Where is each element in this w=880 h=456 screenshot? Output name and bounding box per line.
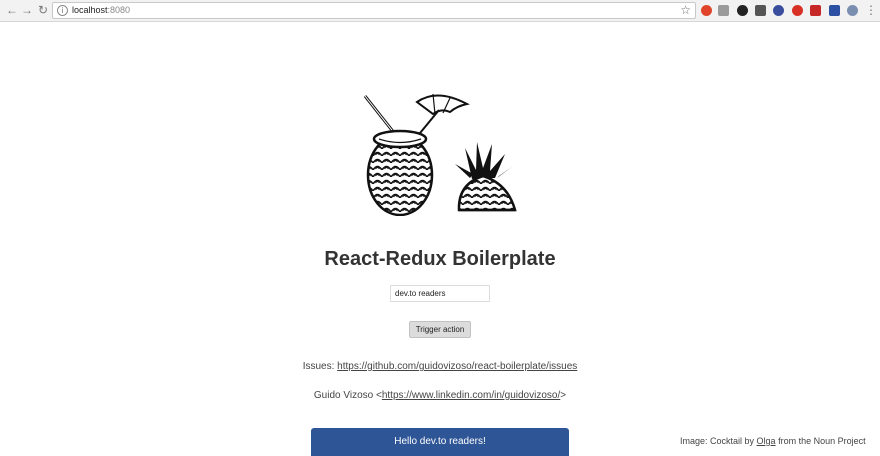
page-title: React-Redux Boilerplate <box>324 248 556 270</box>
author-name: Guido Vizoso < <box>313 390 382 401</box>
extension-icon-5[interactable] <box>773 5 784 16</box>
extension-icon-4[interactable] <box>755 5 766 16</box>
name-input[interactable] <box>390 285 490 302</box>
extension-icon-9[interactable] <box>847 5 858 16</box>
url-host: localhost <box>72 5 108 15</box>
url-text: localhost:8080 <box>72 5 130 15</box>
info-icon[interactable]: i <box>57 5 68 16</box>
bookmark-star-icon[interactable]: ☆ <box>680 3 691 17</box>
browser-toolbar: ← → ↻ i localhost:8080 ☆ ⋮ <box>0 0 880 22</box>
menu-icon[interactable]: ⋮ <box>864 3 878 17</box>
issues-line: Issues: https://github.com/guidovizoso/r… <box>0 361 880 372</box>
credit-suffix: from the Noun Project <box>778 436 866 446</box>
reload-icon[interactable]: ↻ <box>36 3 50 17</box>
greeting-bar: Hello dev.to readers! <box>311 428 569 456</box>
extension-icon-1[interactable] <box>701 5 712 16</box>
credit-author-link[interactable]: Olga <box>757 436 776 446</box>
extension-icon-8[interactable] <box>829 5 840 16</box>
back-icon[interactable]: ← <box>5 3 19 17</box>
issues-label: Issues: <box>302 361 335 372</box>
author-line: Guido Vizoso <https://www.linkedin.com/i… <box>0 390 880 401</box>
linkedin-link[interactable]: https://www.linkedin.com/in/guidovizoso/ <box>382 390 560 401</box>
extension-icon-3[interactable] <box>737 5 748 16</box>
url-port: :8080 <box>107 5 131 15</box>
address-bar[interactable]: i localhost:8080 ☆ <box>52 2 696 19</box>
author-suffix: > <box>560 390 567 401</box>
forward-icon[interactable]: → <box>20 3 34 17</box>
cocktail-pineapple-illustration <box>363 93 517 216</box>
extension-icon-2[interactable] <box>718 5 729 16</box>
credit-prefix: Image: Cocktail by <box>680 436 755 446</box>
issues-link[interactable]: https://github.com/guidovizoso/react-boi… <box>337 361 577 372</box>
image-credit: Image: Cocktail by Olga from the Noun Pr… <box>680 436 866 446</box>
extension-icon-6[interactable] <box>792 5 803 16</box>
trigger-action-button[interactable]: Trigger action <box>409 321 471 338</box>
extension-icon-7[interactable] <box>810 5 821 16</box>
